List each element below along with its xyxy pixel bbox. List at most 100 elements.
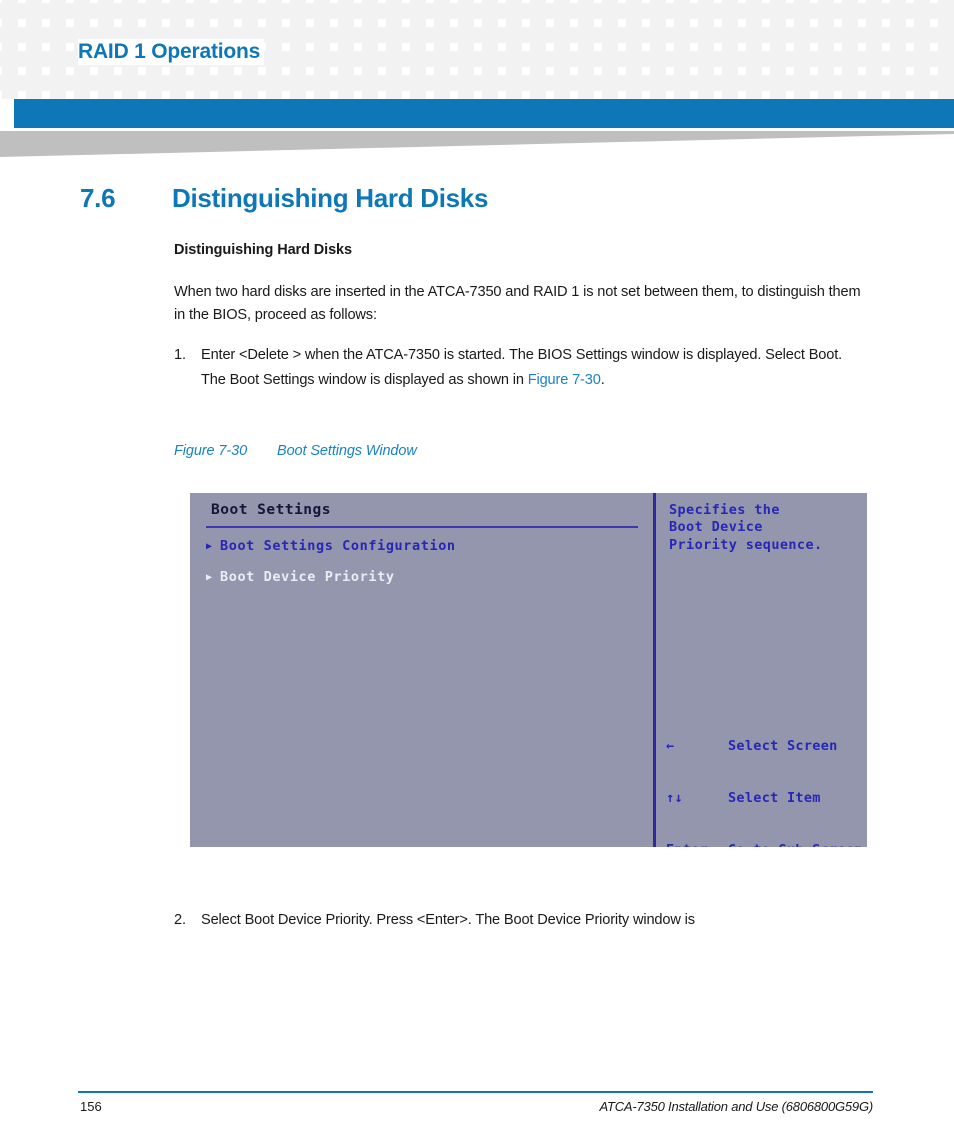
header-pattern-square <box>554 75 570 91</box>
header-pattern-square <box>458 27 474 43</box>
header-pattern-square <box>746 51 762 67</box>
header-pattern-square <box>194 3 210 19</box>
header-pattern-square <box>674 51 690 67</box>
header-pattern-square <box>338 27 354 43</box>
header-pattern-square <box>794 3 810 19</box>
header-pattern-square <box>506 27 522 43</box>
bios-key-legend-row: ↑↓ Select Item <box>666 790 863 807</box>
header-pattern-square <box>362 51 378 67</box>
header-pattern-square <box>818 3 834 19</box>
header-pattern-square <box>266 75 282 91</box>
header-pattern-square <box>866 51 882 67</box>
header-pattern-square <box>626 27 642 43</box>
header-pattern-square <box>482 75 498 91</box>
list-item-text-before-link: Enter <Delete > when the ATCA-7350 is st… <box>201 347 843 388</box>
header-pattern-square <box>314 51 330 67</box>
header-pattern-square <box>530 75 546 91</box>
bios-menu-item-label: Boot Device Priority <box>220 569 395 585</box>
header-pattern-square <box>578 27 594 43</box>
header-pattern-square <box>866 75 882 91</box>
header-pattern-square <box>578 3 594 19</box>
header-pattern-square <box>506 3 522 19</box>
list-item-text: Select Boot Device Priority. Press <Ente… <box>201 912 695 928</box>
figure-caption: Figure 7-30 Boot Settings Window <box>174 443 417 459</box>
bios-menu-item-boot-device-priority[interactable]: ▶ Boot Device Priority <box>206 569 395 585</box>
header-pattern-square <box>338 75 354 91</box>
header-pattern-square <box>362 3 378 19</box>
header-pattern-square <box>698 27 714 43</box>
header-pattern-square <box>338 51 354 67</box>
header-pattern-square <box>530 27 546 43</box>
header-pattern-square <box>626 75 642 91</box>
bios-key-legend-row: ← Select Screen <box>666 738 863 755</box>
bios-help-text: Specifies the Boot Device Priority seque… <box>669 502 823 553</box>
header-pattern-square <box>602 75 618 91</box>
header-pattern-square <box>770 3 786 19</box>
header-pattern-square <box>26 51 42 67</box>
header-pattern-square <box>50 27 66 43</box>
header-pattern-square <box>674 3 690 19</box>
header-pattern-square <box>794 75 810 91</box>
bios-key: ↑↓ <box>666 790 683 807</box>
header-pattern-square <box>146 75 162 91</box>
header-pattern-square <box>914 27 930 43</box>
header-pattern-square <box>650 75 666 91</box>
header-pattern-square <box>2 27 18 43</box>
bios-left-panel: Boot Settings ▶ Boot Settings Configurati… <box>190 493 653 847</box>
section-title-text: Distinguishing Hard Disks <box>172 183 489 213</box>
header-pattern-square <box>266 27 282 43</box>
header-pattern-square <box>458 51 474 67</box>
header-pattern-square <box>866 27 882 43</box>
header-pattern-square <box>266 3 282 19</box>
figure-cross-reference-link[interactable]: Figure 7-30 <box>528 372 601 388</box>
header-pattern-square <box>722 51 738 67</box>
header-pattern-square <box>386 3 402 19</box>
bios-menu-item-boot-settings-configuration[interactable]: ▶ Boot Settings Configuration <box>206 538 456 554</box>
page-header: RAID 1 Operations <box>0 0 954 99</box>
header-pattern-square <box>626 3 642 19</box>
header-pattern-square <box>842 75 858 91</box>
subheading: Distinguishing Hard Disks <box>174 242 352 258</box>
header-pattern-square <box>890 3 906 19</box>
header-pattern-square <box>650 3 666 19</box>
header-pattern-square <box>914 3 930 19</box>
header-pattern-square <box>770 51 786 67</box>
header-pattern-square <box>674 27 690 43</box>
header-pattern-square <box>410 75 426 91</box>
header-pattern-square <box>410 3 426 19</box>
header-pattern-square <box>482 51 498 67</box>
bios-key-legend-row: EnterGo to Sub Screen <box>666 842 863 847</box>
header-pattern-square <box>314 3 330 19</box>
section-number: 7.6 <box>80 183 116 213</box>
page-title: 7.6 Distinguishing Hard Disks <box>80 183 488 214</box>
intro-paragraph: When two hard disks are inserted in the … <box>174 284 861 323</box>
triangle-right-icon: ▶ <box>206 572 213 583</box>
header-pattern-square <box>290 75 306 91</box>
header-pattern-square <box>338 3 354 19</box>
header-pattern-square <box>242 75 258 91</box>
header-pattern-square <box>386 51 402 67</box>
header-pattern-square <box>722 27 738 43</box>
bios-key-action: Select Screen <box>728 738 838 755</box>
header-pattern-square <box>242 3 258 19</box>
header-pattern-square <box>746 27 762 43</box>
header-pattern-square <box>194 75 210 91</box>
header-pattern-square <box>938 27 954 43</box>
header-pattern-square <box>794 27 810 43</box>
header-pattern-square <box>482 27 498 43</box>
header-pattern-square <box>578 51 594 67</box>
header-pattern-square <box>650 51 666 67</box>
header-pattern-square <box>890 51 906 67</box>
bios-key-legend: ← Select Screen ↑↓ Select Item EnterGo to … <box>666 704 863 847</box>
figure-image-bios-boot-settings: Boot Settings ▶ Boot Settings Configurati… <box>190 493 867 847</box>
header-pattern-square <box>602 27 618 43</box>
header-pattern-square <box>98 75 114 91</box>
header-pattern-square <box>74 75 90 91</box>
triangle-right-icon: ▶ <box>206 541 213 552</box>
header-pattern-square <box>578 75 594 91</box>
list-item-number: 2. <box>174 912 186 928</box>
header-pattern-square <box>386 75 402 91</box>
header-pattern-square <box>794 51 810 67</box>
header-pattern-square <box>842 51 858 67</box>
header-pattern-square <box>842 27 858 43</box>
